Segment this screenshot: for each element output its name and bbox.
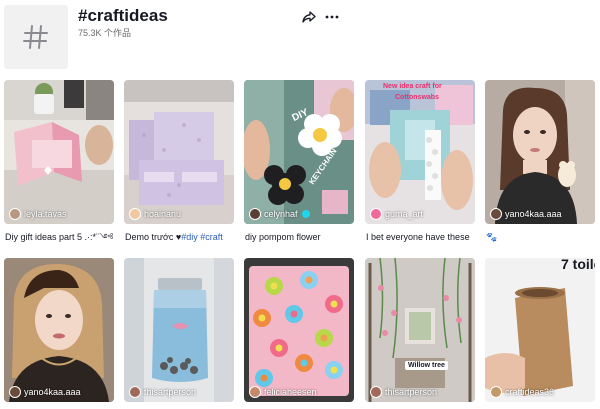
- video-caption[interactable]: 🐾: [486, 231, 598, 243]
- overlay-text: 7 toilet: [561, 258, 595, 272]
- video-author[interactable]: guma_art: [370, 208, 423, 220]
- caption-hashtags[interactable]: #diy #craft: [181, 232, 223, 242]
- video-caption[interactable]: Demo trước ♥#diy #craft: [125, 231, 237, 243]
- video-caption[interactable]: diy pompom flower: [245, 231, 357, 243]
- author-name: thisartperson: [144, 387, 197, 397]
- author-avatar: [490, 386, 502, 398]
- author-avatar: [490, 208, 502, 220]
- author-name: guma_art: [385, 209, 424, 219]
- video-author[interactable]: celynhaf: [249, 208, 310, 220]
- author-name: celynhaf: [264, 209, 298, 219]
- video-thumbnail[interactable]: feliciaheesen: [244, 258, 354, 402]
- overlay-text: New idea craft for: [383, 83, 442, 90]
- author-name: thisartperson: [385, 387, 438, 397]
- video-thumbnail[interactable]: hoainanu: [124, 80, 234, 224]
- video-thumbnail[interactable]: yano4kaa.aaa: [4, 258, 114, 402]
- video-author[interactable]: yano4kaa.aaa: [9, 386, 81, 398]
- video-caption[interactable]: Diy gift ideas part 5 .·:*¨༺: [5, 231, 117, 243]
- video-thumbnail[interactable]: 7 toilet craftideas36: [485, 258, 595, 402]
- video-author[interactable]: hoainanu: [129, 208, 181, 220]
- hashtag-title: #craftideas: [78, 6, 168, 25]
- author-avatar: [129, 386, 141, 398]
- video-caption[interactable]: I bet everyone have these: [366, 231, 478, 243]
- video-author[interactable]: thisartperson: [129, 386, 196, 398]
- video-author[interactable]: leyla.tavas: [9, 208, 67, 220]
- video-thumbnail[interactable]: yano4kaa.aaa: [485, 80, 595, 224]
- hashtag-header: #craftideas 75.3K 个作品: [0, 0, 600, 80]
- video-thumbnail[interactable]: New idea craft for Cottonswabs guma_art: [365, 80, 475, 224]
- author-avatar: [249, 386, 261, 398]
- video-author[interactable]: feliciaheesen: [249, 386, 317, 398]
- video-author[interactable]: yano4kaa.aaa: [490, 208, 562, 220]
- share-icon: [302, 11, 316, 23]
- video-thumbnail[interactable]: Willow tree thisartperson: [365, 258, 475, 402]
- video-thumbnail[interactable]: leyla.tavas: [4, 80, 114, 224]
- video-thumbnail[interactable]: thisartperson: [124, 258, 234, 402]
- share-button[interactable]: [300, 8, 318, 26]
- author-avatar: [9, 208, 21, 220]
- author-avatar: [370, 386, 382, 398]
- author-name: feliciaheesen: [264, 387, 317, 397]
- author-name: leyla.tavas: [24, 209, 67, 219]
- more-options-button[interactable]: [322, 8, 342, 26]
- author-avatar: [249, 208, 261, 220]
- video-thumbnail[interactable]: DIY KEYCHAIN celynhaf: [244, 80, 354, 224]
- more-icon: [325, 15, 339, 19]
- caption-text: Demo trước ♥: [125, 232, 182, 242]
- hash-icon: [23, 25, 48, 49]
- author-name: yano4kaa.aaa: [24, 387, 81, 397]
- verified-badge-icon: [301, 210, 310, 218]
- author-avatar: [9, 386, 21, 398]
- overlay-text: Willow tree: [405, 361, 448, 370]
- video-author[interactable]: thisartperson: [370, 386, 437, 398]
- author-name: craftideas36: [505, 387, 555, 397]
- video-author[interactable]: craftideas36: [490, 386, 554, 398]
- author-name: hoainanu: [144, 209, 182, 219]
- overlay-text: Cottonswabs: [395, 94, 439, 101]
- hashtag-video-count: 75.3K 个作品: [78, 28, 132, 38]
- hashtag-avatar: [4, 5, 68, 69]
- author-avatar: [370, 208, 382, 220]
- author-avatar: [129, 208, 141, 220]
- author-name: yano4kaa.aaa: [505, 209, 562, 219]
